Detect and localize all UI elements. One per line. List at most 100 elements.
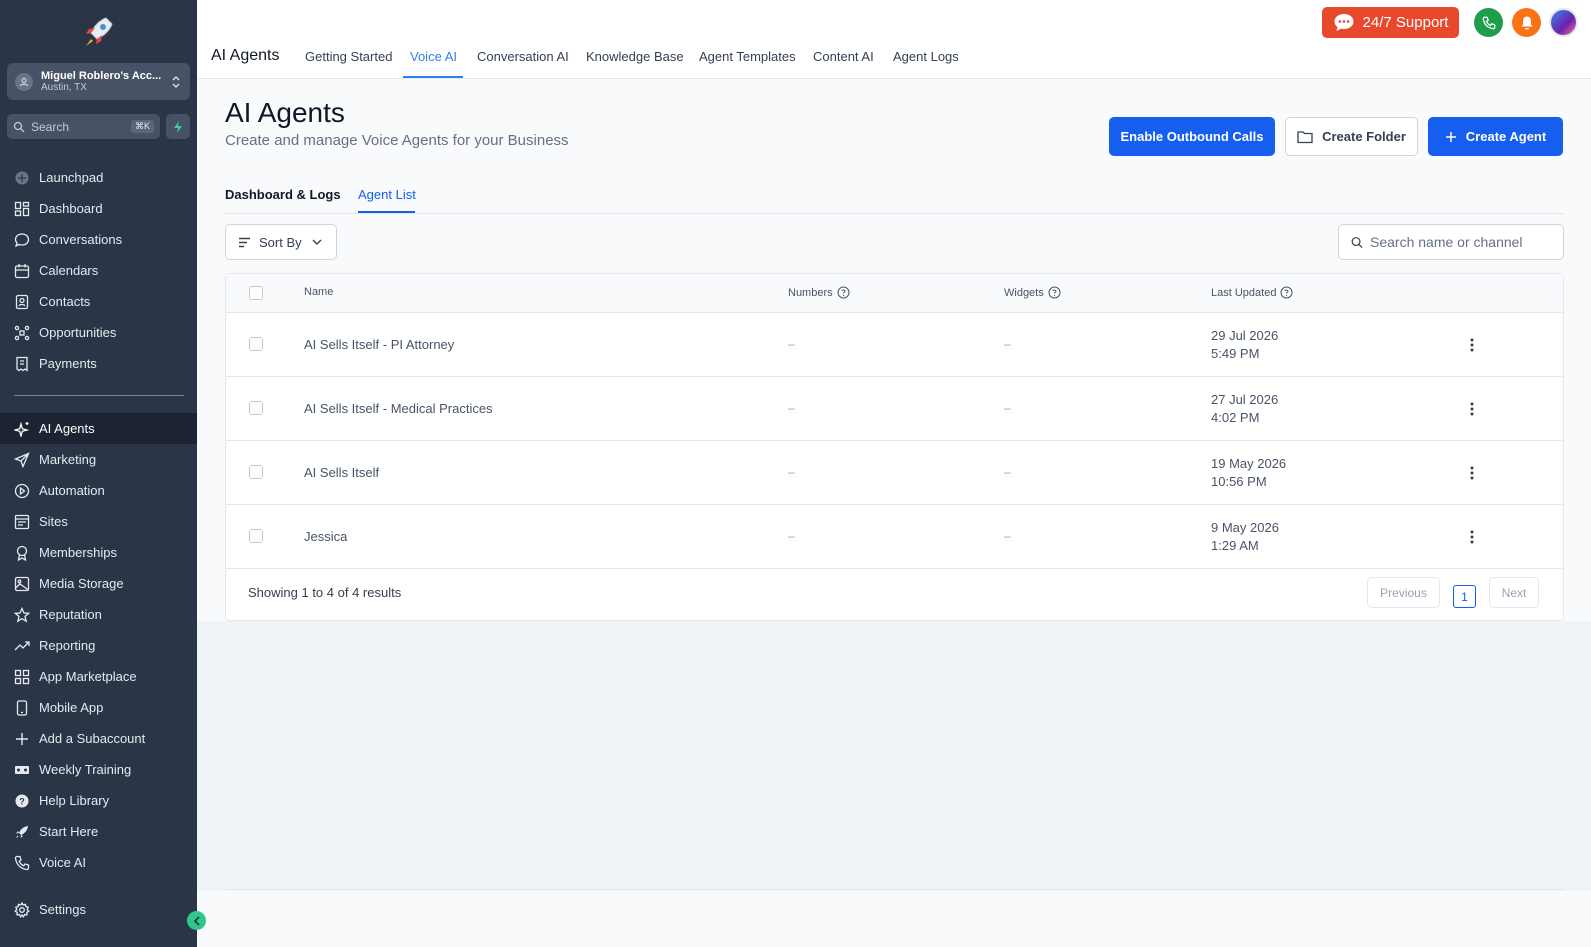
collapse-sidebar-button[interactable] xyxy=(187,911,206,930)
active-subtab-indicator xyxy=(358,211,415,213)
bolt-icon xyxy=(174,120,182,133)
help-circle-icon[interactable] xyxy=(1280,286,1293,299)
sidebar-item-launchpad[interactable]: Launchpad xyxy=(0,162,197,193)
quick-action-button[interactable] xyxy=(166,114,190,139)
sidebar-item-sites[interactable]: Sites xyxy=(0,506,197,537)
mobile-icon xyxy=(16,699,28,716)
sidebar-item-reputation[interactable]: Reputation xyxy=(0,599,197,630)
row-more-menu-icon[interactable] xyxy=(1462,463,1482,483)
table-row[interactable]: AI Sells Itself - Medical Practices – – … xyxy=(226,377,1563,441)
agent-search-input[interactable] xyxy=(1370,234,1551,250)
chevron-down-icon xyxy=(312,239,322,245)
create-agent-label: Create Agent xyxy=(1465,129,1547,144)
sidebar-item-help-library[interactable]: ? Help Library xyxy=(0,785,197,816)
sidebar-item-voice-ai[interactable]: Voice AI xyxy=(0,847,197,878)
sidebar-item-add-subaccount[interactable]: Add a Subaccount xyxy=(0,723,197,754)
tab-content-ai[interactable]: Content AI xyxy=(813,49,874,64)
rocket-logo-icon[interactable] xyxy=(80,14,116,50)
tab-conversation-ai[interactable]: Conversation AI xyxy=(477,49,569,64)
subtab-agent-list[interactable]: Agent List xyxy=(358,187,416,202)
sort-by-button[interactable]: Sort By xyxy=(225,224,337,260)
sidebar-item-reporting[interactable]: Reporting xyxy=(0,630,197,661)
sidebar-item-mobile-app[interactable]: Mobile App xyxy=(0,692,197,723)
table-header: Name Numbers Widgets Last Updated xyxy=(226,274,1563,313)
row-checkbox[interactable] xyxy=(249,529,263,543)
sidebar-item-conversations[interactable]: Conversations xyxy=(0,224,197,255)
tab-getting-started[interactable]: Getting Started xyxy=(305,49,392,64)
account-switcher[interactable]: Miguel Roblero's Acc... Austin, TX xyxy=(7,63,190,100)
row-checkbox[interactable] xyxy=(249,337,263,351)
automation-icon xyxy=(14,483,30,498)
sidebar-item-app-marketplace[interactable]: App Marketplace xyxy=(0,661,197,692)
calendar-icon xyxy=(14,263,30,278)
table-row[interactable]: Jessica – – 9 May 2026 1:29 AM xyxy=(226,505,1563,569)
chat-bubble-icon xyxy=(1334,14,1354,31)
agent-name[interactable]: AI Sells Itself - Medical Practices xyxy=(304,401,493,416)
table-row[interactable]: AI Sells Itself – – 19 May 2026 10:56 PM xyxy=(226,441,1563,505)
chevron-updown-icon xyxy=(170,73,182,91)
row-more-menu-icon[interactable] xyxy=(1462,399,1482,419)
dashboard-icon xyxy=(14,201,30,216)
sidebar-item-automation[interactable]: Automation xyxy=(0,475,197,506)
create-folder-button[interactable]: Create Folder xyxy=(1285,117,1418,156)
sidebar-item-calendars[interactable]: Calendars xyxy=(0,255,197,286)
sort-lines-icon xyxy=(239,237,250,247)
opportunities-icon xyxy=(14,325,30,340)
agent-name[interactable]: AI Sells Itself - PI Attorney xyxy=(304,337,454,352)
user-avatar[interactable] xyxy=(1549,8,1578,37)
sidebar-item-label: Reputation xyxy=(39,607,102,622)
select-all-checkbox[interactable] xyxy=(249,286,263,300)
help-circle-icon[interactable] xyxy=(1048,286,1061,299)
sidebar-item-payments[interactable]: Payments xyxy=(0,348,197,379)
sidebar-item-dashboard[interactable]: Dashboard xyxy=(0,193,197,224)
sidebar-item-memberships[interactable]: Memberships xyxy=(0,537,197,568)
search-shortcut: ⌘K xyxy=(130,120,154,133)
tab-knowledge-base[interactable]: Knowledge Base xyxy=(586,49,684,64)
sidebar-search[interactable]: Search ⌘K xyxy=(7,114,160,139)
agent-name[interactable]: AI Sells Itself xyxy=(304,465,379,480)
help-icon: ? xyxy=(15,794,29,807)
sidebar-item-opportunities[interactable]: Opportunities xyxy=(0,317,197,348)
app-title: AI Agents xyxy=(211,47,280,64)
tab-voice-ai[interactable]: Voice AI xyxy=(410,49,457,64)
tab-agent-logs[interactable]: Agent Logs xyxy=(893,49,959,64)
agent-name[interactable]: Jessica xyxy=(304,529,347,544)
support-button[interactable]: 24/7 Support xyxy=(1322,7,1459,38)
sidebar-item-start-here[interactable]: Start Here xyxy=(0,816,197,847)
row-more-menu-icon[interactable] xyxy=(1462,527,1482,547)
enable-outbound-calls-button[interactable]: Enable Outbound Calls xyxy=(1109,117,1275,156)
column-header-numbers[interactable]: Numbers xyxy=(788,286,850,299)
agent-search-field[interactable] xyxy=(1338,224,1564,260)
notifications-button[interactable] xyxy=(1512,8,1541,37)
image-icon xyxy=(14,576,30,591)
phone-button[interactable] xyxy=(1474,8,1503,37)
sidebar-item-settings[interactable]: Settings xyxy=(0,894,197,925)
sidebar-item-media-storage[interactable]: Media Storage xyxy=(0,568,197,599)
table-row[interactable]: AI Sells Itself - PI Attorney – – 29 Jul… xyxy=(226,313,1563,377)
sidebar-item-marketing[interactable]: Marketing xyxy=(0,444,197,475)
column-header-name[interactable]: Name xyxy=(304,286,333,298)
column-header-last-updated[interactable]: Last Updated xyxy=(1211,286,1293,299)
row-more-menu-icon[interactable] xyxy=(1462,335,1482,355)
sidebar-item-contacts[interactable]: Contacts xyxy=(0,286,197,317)
agent-widgets: – xyxy=(1004,401,1011,415)
tab-agent-templates[interactable]: Agent Templates xyxy=(699,49,796,64)
column-header-widgets[interactable]: Widgets xyxy=(1004,286,1061,299)
help-circle-icon[interactable] xyxy=(837,286,850,299)
bell-icon xyxy=(1521,16,1532,30)
agent-widgets: – xyxy=(1004,465,1011,479)
previous-page-button[interactable]: Previous xyxy=(1367,577,1440,608)
sparkle-icon xyxy=(14,421,30,437)
row-checkbox[interactable] xyxy=(249,465,263,479)
sidebar-item-weekly-training[interactable]: Weekly Training xyxy=(0,754,197,785)
sidebar-item-ai-agents[interactable]: AI Agents xyxy=(0,413,197,444)
sidebar-item-label: Add a Subaccount xyxy=(39,731,146,746)
chevron-left-icon xyxy=(193,915,200,926)
create-agent-button[interactable]: Create Agent xyxy=(1428,117,1563,156)
subtab-dashboard-logs[interactable]: Dashboard & Logs xyxy=(225,187,341,202)
sidebar-item-label: Launchpad xyxy=(39,170,104,185)
row-checkbox[interactable] xyxy=(249,401,263,415)
next-page-button[interactable]: Next xyxy=(1489,577,1539,608)
current-page-button[interactable]: 1 xyxy=(1453,585,1476,608)
sidebar-item-label: Mobile App xyxy=(39,700,104,715)
